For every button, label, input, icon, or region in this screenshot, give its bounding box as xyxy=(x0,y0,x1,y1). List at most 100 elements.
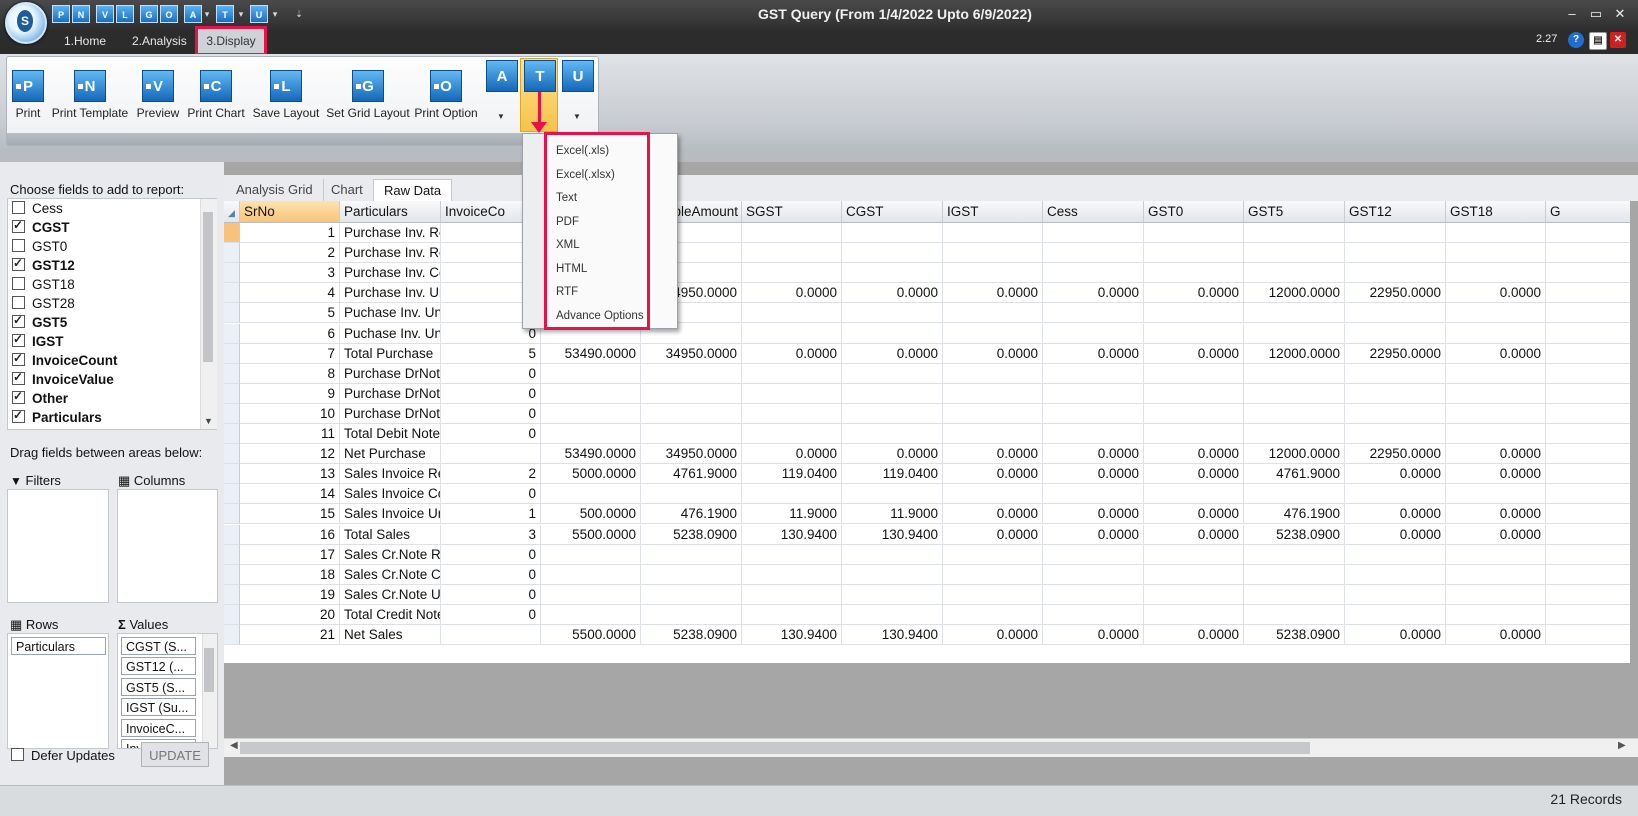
values-field-chip[interactable]: InvoiceC... xyxy=(121,718,196,737)
chevron-down-icon[interactable]: ▼ xyxy=(204,416,213,426)
field-item[interactable]: GST18 xyxy=(12,275,75,294)
row-selector[interactable] xyxy=(224,444,240,465)
column-header[interactable]: Particulars xyxy=(340,201,441,223)
column-header[interactable]: IGST xyxy=(943,201,1043,223)
table-row[interactable]: 12 Net Purchase 53490.0000 34950.0000 0.0000… xyxy=(224,444,1630,465)
checkbox-icon[interactable] xyxy=(12,330,25,349)
scroll-left-icon[interactable]: ◀ xyxy=(230,740,238,751)
field-item[interactable]: Particulars xyxy=(12,406,102,427)
tab-home[interactable]: 1.Home xyxy=(50,30,120,52)
checkbox-icon[interactable] xyxy=(12,296,25,309)
row-selector[interactable] xyxy=(224,343,240,364)
table-row[interactable]: 1 Purchase Inv. Re xyxy=(224,223,1630,243)
export-button[interactable]: T xyxy=(524,60,556,92)
scroll-right-icon[interactable]: ▶ xyxy=(1618,740,1626,751)
chevron-down-icon[interactable]: ▼ xyxy=(573,112,581,121)
row-selector[interactable] xyxy=(224,303,240,324)
rows-field-chip[interactable]: Particulars xyxy=(11,637,106,655)
column-header[interactable]: SrNo xyxy=(240,201,340,223)
values-scroll-thumb[interactable] xyxy=(204,648,214,692)
close-button[interactable]: ✕ xyxy=(1610,5,1630,23)
row-selector[interactable] xyxy=(224,584,240,605)
table-row[interactable]: 13 Sales Invoice Re 2 5000.0000 4761.9000 119… xyxy=(224,464,1630,485)
column-header[interactable]: CGST xyxy=(842,201,943,223)
table-row[interactable]: 21 Net Sales 5500.0000 5238.0900 130.9400 130… xyxy=(224,625,1630,645)
table-row[interactable]: 20 Total Credit Note 0 xyxy=(224,604,1630,625)
row-selector[interactable] xyxy=(224,604,240,625)
checkbox-icon[interactable] xyxy=(12,368,25,387)
table-row[interactable]: 15 Sales Invoice Ur 1 500.0000 476.1900 11.90… xyxy=(224,504,1630,525)
chevron-down-icon[interactable]: ▼ xyxy=(497,112,505,121)
field-item[interactable]: InvoiceValue xyxy=(12,368,114,389)
checkbox-icon[interactable] xyxy=(12,216,25,235)
update-export-button[interactable]: U xyxy=(562,60,594,92)
row-selector[interactable] xyxy=(224,424,240,444)
row-selector[interactable] xyxy=(224,223,240,243)
table-row[interactable]: 9 Purchase DrNote 0 xyxy=(224,383,1630,404)
columns-drop-area[interactable] xyxy=(117,489,218,603)
row-selector[interactable] xyxy=(224,504,240,525)
table-row[interactable]: 7 Total Purchase 5 53490.0000 34950.0000 0.00… xyxy=(224,343,1630,364)
document-icon[interactable]: ▤ xyxy=(1589,32,1607,50)
column-header[interactable]: SGST xyxy=(742,201,842,223)
analysis-export-button[interactable]: A xyxy=(486,60,518,92)
checkbox-icon[interactable] xyxy=(12,349,25,368)
row-selector[interactable] xyxy=(224,464,240,485)
row-selector[interactable] xyxy=(224,243,240,264)
row-selector[interactable] xyxy=(224,403,240,424)
field-list-scroll-thumb[interactable] xyxy=(203,212,213,362)
row-selector[interactable] xyxy=(224,363,240,384)
checkbox-icon[interactable] xyxy=(12,254,25,273)
minimize-button[interactable]: – xyxy=(1562,5,1582,23)
values-field-chip[interactable]: GST12 (... xyxy=(121,657,196,676)
filters-drop-area[interactable] xyxy=(7,489,109,603)
table-row[interactable]: 6 Puchase Inv. Unl 0 xyxy=(224,323,1630,344)
defer-updates-checkbox[interactable]: Defer Updates xyxy=(11,748,115,763)
row-selector[interactable] xyxy=(224,283,240,304)
table-row[interactable]: 16 Total Sales 3 5500.0000 5238.0900 130.9400… xyxy=(224,524,1630,545)
maximize-button[interactable]: ▭ xyxy=(1586,5,1606,23)
column-header[interactable]: GST12 xyxy=(1345,201,1446,223)
column-header[interactable]: GST0 xyxy=(1144,201,1244,223)
table-row[interactable]: 5 Puchase Inv. Unl xyxy=(224,303,1630,324)
tab-display[interactable]: 3.Display xyxy=(195,26,267,56)
checkbox-icon[interactable] xyxy=(12,277,25,290)
field-item[interactable]: CGST xyxy=(12,216,70,237)
tab-analysis-grid[interactable]: Analysis Grid xyxy=(226,179,324,201)
table-row[interactable]: 8 Purchase DrNote 0 xyxy=(224,363,1630,384)
field-item[interactable]: GST12 xyxy=(12,254,75,275)
table-row[interactable]: 18 Sales Cr.Note Co 0 xyxy=(224,564,1630,585)
table-row[interactable]: 4 Purchase Inv. Un 34950.0000 0.0000 0.0000 0… xyxy=(224,283,1630,304)
table-row[interactable]: 10 Purchase DrNote 0 xyxy=(224,403,1630,424)
row-selector[interactable] xyxy=(224,323,240,344)
print-option-button[interactable]: O Print Option xyxy=(391,70,501,120)
help-icon[interactable]: ? xyxy=(1568,32,1584,48)
update-button[interactable]: UPDATE xyxy=(141,742,209,767)
row-selector[interactable] xyxy=(224,544,240,565)
table-row[interactable]: 11 Total Debit Note 0 xyxy=(224,424,1630,444)
values-field-chip[interactable]: IGST (Su... xyxy=(121,698,196,717)
values-field-chip[interactable]: CGST (S... xyxy=(121,637,196,655)
row-selector[interactable] xyxy=(224,524,240,545)
row-selector[interactable] xyxy=(224,564,240,585)
tab-chart[interactable]: Chart xyxy=(321,179,374,201)
column-header[interactable]: Cess xyxy=(1043,201,1144,223)
table-row[interactable]: 2 Purchase Inv. Re xyxy=(224,243,1630,264)
tab-raw-data[interactable]: Raw Data xyxy=(373,179,453,202)
table-row[interactable]: 17 Sales Cr.Note Re 0 xyxy=(224,544,1630,565)
values-field-chip[interactable]: GST5 (S... xyxy=(121,677,196,696)
checkbox-icon[interactable] xyxy=(12,201,25,214)
checkbox-icon[interactable] xyxy=(12,387,25,406)
row-selector[interactable] xyxy=(224,383,240,404)
checkbox-icon[interactable] xyxy=(12,311,25,330)
row-selector[interactable] xyxy=(224,625,240,645)
column-header[interactable]: GST18 xyxy=(1446,201,1546,223)
row-selector[interactable] xyxy=(224,263,240,284)
select-all-corner[interactable]: ◢ xyxy=(224,201,240,223)
horizontal-scroll-thumb[interactable] xyxy=(240,742,1310,754)
checkbox-icon[interactable] xyxy=(12,239,25,252)
exit-icon[interactable]: ✕ xyxy=(1610,32,1626,48)
column-header[interactable]: G xyxy=(1546,201,1630,223)
row-selector[interactable] xyxy=(224,484,240,505)
table-row[interactable]: 19 Sales Cr.Note Ur 0 xyxy=(224,584,1630,605)
